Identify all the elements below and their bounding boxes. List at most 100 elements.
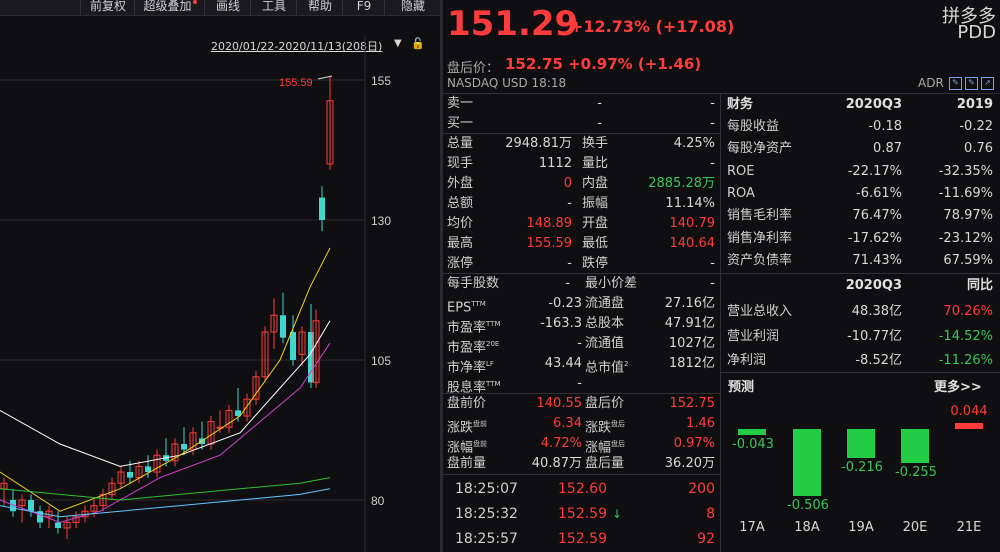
- forecast-bar: [901, 429, 929, 463]
- financials-value: 78.97%: [943, 208, 993, 224]
- financials-value: 0.76: [964, 141, 993, 157]
- external-link-icon[interactable]: ↗: [981, 77, 994, 90]
- stat-row: 盘前量 40.87万 盘后量 36.20万: [447, 454, 717, 474]
- financials-label: 每股净资产: [727, 141, 793, 157]
- stat-value: 152.75: [669, 396, 716, 411]
- stat-row: 总量 2948.81万 换手 4.25%: [447, 134, 717, 154]
- stat-value: 0: [563, 176, 572, 191]
- toolbar-label: 画线: [215, 0, 240, 13]
- financials-header-row: 财务 2020Q3 2019: [727, 95, 997, 115]
- stat-value: 4.25%: [673, 136, 715, 151]
- stat-row: 外盘 0 内盘 2885.28万: [447, 174, 717, 194]
- moving-average-line: [0, 247, 331, 512]
- stat-label-suffix: 盘前: [473, 440, 488, 448]
- toolbar-adjust-button[interactable]: 前复权: [80, 0, 135, 15]
- stat-value: 6.34: [553, 416, 582, 431]
- stat-value: 27.16亿: [664, 296, 715, 311]
- financials-row: 每股收益 -0.18 -0.22: [727, 117, 997, 137]
- financials-value: -0.18: [868, 119, 902, 134]
- financials-value: -22.17%: [847, 163, 902, 179]
- trade-price: 152.59: [558, 531, 607, 547]
- financials-row: ROE -22.17% -32.35%: [727, 162, 997, 182]
- candle-body: [55, 522, 61, 528]
- financials-label: 营业总收入: [727, 304, 793, 319]
- financials-value: -32.35%: [938, 163, 993, 179]
- toolbar-hide-button[interactable]: 隐藏: [384, 0, 441, 15]
- toolbar-label: 超级叠加: [143, 0, 192, 13]
- stat-label-suffix: 盘前: [473, 420, 488, 428]
- financials-value: 67.59%: [943, 252, 993, 268]
- stat-row: 盘前价 140.55 盘后价 152.75: [447, 394, 717, 414]
- stat-label: 总额: [447, 196, 474, 211]
- financials-value: 76.47%: [852, 208, 902, 224]
- stat-value: 1027亿: [668, 336, 715, 351]
- stat-label: 最高: [447, 236, 474, 251]
- order-book-label: 卖一: [447, 96, 474, 111]
- kline-chart[interactable]: 155.59 155 130 105 80: [0, 36, 440, 552]
- stat-label: 现手: [447, 156, 474, 171]
- stat-row: 涨停 - 跌停 -: [447, 254, 717, 274]
- stat-value: -: [565, 276, 570, 291]
- forecast-more-link[interactable]: 更多>>: [934, 376, 982, 395]
- last-price: 151.29: [447, 4, 579, 44]
- forecast-bar-label: 0.044: [950, 404, 988, 420]
- trade-tick-row: 18:25:57 152.59 92: [447, 529, 717, 551]
- stat-row: 市净率LF 43.44 总市值2 1812亿: [447, 354, 717, 375]
- candle-body: [145, 466, 151, 472]
- financials-value: -23.12%: [938, 230, 993, 246]
- forecast-bar: [738, 429, 766, 435]
- financials-header: 2020Q3: [845, 278, 902, 293]
- toolbar-f9-button[interactable]: F9: [342, 0, 385, 15]
- forecast-year-label: 17A: [739, 520, 765, 535]
- stat-row: 市盈率TTM -163.3 总股本 47.91亿: [447, 314, 717, 335]
- financials-row: 销售净利率 -17.62% -23.12%: [727, 229, 997, 249]
- stat-label: 流通盘: [585, 294, 624, 314]
- stat-value: 1.46: [686, 416, 715, 431]
- stat-row: EPSTTM -0.23 流通盘 27.16亿: [447, 294, 717, 315]
- trade-time: 18:25:07: [455, 481, 518, 497]
- order-book-row: 卖一 - -: [447, 94, 717, 114]
- stat-value: -: [567, 256, 572, 271]
- toolbar-overlay-button[interactable]: 超级叠加: [134, 0, 205, 15]
- toolbar-help-button[interactable]: 帮助: [296, 0, 343, 15]
- edit-icon[interactable]: ✎: [965, 77, 978, 90]
- stat-value: -: [577, 336, 582, 351]
- forecast-bar-label: -0.216: [841, 459, 883, 475]
- chart-grid: [0, 36, 366, 552]
- forecast-year-label: 20E: [902, 520, 928, 535]
- candle-body: [319, 197, 325, 220]
- candle-body: [127, 472, 133, 478]
- forecast-year-label: 18A: [794, 520, 820, 535]
- stat-label-suffix: 盘后: [611, 440, 626, 448]
- stat-label: 总量: [447, 136, 474, 151]
- stat-value: 155.59: [526, 236, 573, 251]
- financials-value: 71.43%: [852, 252, 902, 268]
- stat-value: -: [567, 196, 572, 211]
- toolbar-label: F9: [356, 0, 372, 13]
- stat-label: 开盘: [582, 216, 609, 231]
- stat-label-text: 盘后价: [585, 396, 625, 411]
- forecast-title: 预测: [728, 380, 755, 395]
- y-tick-label: 80: [371, 494, 385, 508]
- edit-icon[interactable]: ✎: [949, 77, 962, 90]
- toolbar-tools-button[interactable]: 工具: [250, 0, 297, 15]
- toolbar-draw-button[interactable]: 画线: [204, 0, 251, 15]
- down-arrow-icon: ↓: [611, 507, 622, 521]
- separator: [720, 273, 1000, 274]
- trade-time: 18:25:57: [455, 531, 518, 547]
- stat-label: 盘后价: [585, 394, 624, 414]
- stat-label: 换手: [582, 136, 609, 151]
- stat-label-text: 盘前价: [447, 396, 487, 411]
- trade-volume: 200: [688, 481, 715, 497]
- financials-row: 每股净资产 0.87 0.76: [727, 139, 997, 159]
- stat-value: 2948.81万: [505, 136, 572, 151]
- new-dot-icon: [192, 0, 197, 4]
- order-book-price: -: [597, 116, 602, 131]
- panel-divider[interactable]: [440, 0, 443, 552]
- stat-value: -163.3: [540, 316, 582, 331]
- candle-body: [280, 315, 286, 338]
- financials-label: 销售毛利率: [727, 208, 793, 224]
- candle-body: [290, 332, 296, 360]
- order-book-volume: -: [710, 96, 715, 111]
- stat-value: -: [710, 156, 715, 171]
